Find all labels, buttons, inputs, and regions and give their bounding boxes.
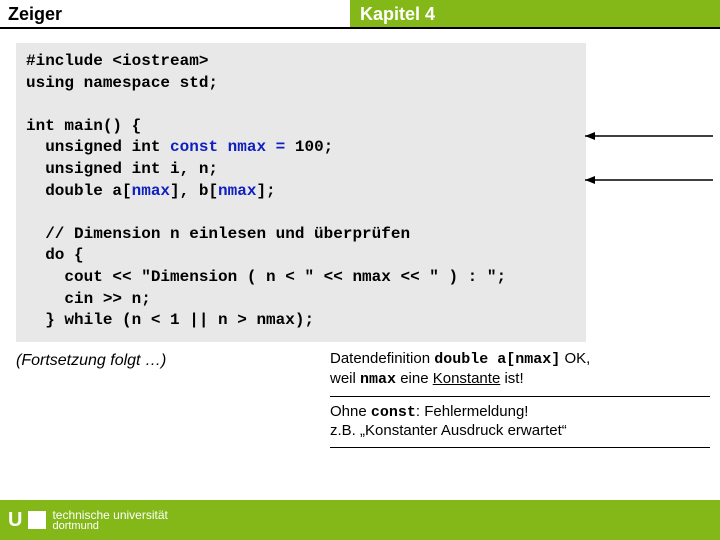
note-separator	[330, 447, 710, 448]
note-code: double a[nmax]	[434, 351, 560, 368]
code-line: double a[	[26, 182, 132, 200]
code-keyword: nmax	[132, 182, 170, 200]
note-underline: Konstante	[433, 370, 501, 387]
note-separator	[330, 396, 710, 397]
logo-square-icon	[28, 511, 46, 529]
code-line: do {	[26, 246, 84, 264]
note-code: const	[371, 404, 416, 421]
header-separator	[0, 27, 720, 29]
code-line: int main() {	[26, 117, 141, 135]
code-line: using namespace std;	[26, 74, 218, 92]
note-text: OK,	[560, 350, 590, 367]
slide-topic: Zeiger	[0, 0, 350, 27]
footer-bar: U technische universität dortmund	[0, 500, 720, 540]
footer-uni-line2: dortmund	[52, 521, 167, 532]
note-text: : Fehlermeldung!	[416, 403, 529, 420]
note-code: nmax	[360, 371, 396, 388]
code-line: ];	[256, 182, 275, 200]
note-text: Datendefinition	[330, 350, 434, 367]
note-text: weil	[330, 370, 360, 387]
code-keyword: nmax	[218, 182, 256, 200]
pointer-arrow-2	[585, 174, 715, 186]
footer-uni-line1: technische universität	[52, 509, 167, 521]
note-text: z.B. „Konstanter Ausdruck erwartet“	[330, 422, 710, 441]
code-line: #include <iostream>	[26, 52, 208, 70]
code-comment: // Dimension n einlesen und überprüfen	[26, 225, 410, 243]
header-bar: Zeiger Kapitel 4	[0, 0, 720, 27]
code-line: cin >> n;	[26, 290, 151, 308]
code-line: unsigned int	[26, 138, 170, 156]
explanation-notes: Datendefinition double a[nmax] OK, weil …	[330, 350, 710, 454]
code-line: cout << "Dimension ( n < " << nmax << " …	[26, 268, 506, 286]
code-example: #include <iostream> using namespace std;…	[16, 43, 586, 342]
pointer-arrow-1	[585, 130, 715, 142]
code-line: 100;	[295, 138, 333, 156]
code-keyword: const nmax =	[170, 138, 295, 156]
note-text: eine	[396, 370, 433, 387]
code-line: } while (n < 1 || n > nmax);	[26, 311, 314, 329]
code-line: unsigned int i, n;	[26, 160, 218, 178]
logo-t-icon: U	[8, 510, 22, 530]
code-line: ], b[	[170, 182, 218, 200]
note-text: ist!	[500, 370, 523, 387]
university-logo: U technische universität dortmund	[8, 509, 168, 532]
note-text: Ohne	[330, 403, 371, 420]
chapter-label: Kapitel 4	[350, 0, 720, 27]
